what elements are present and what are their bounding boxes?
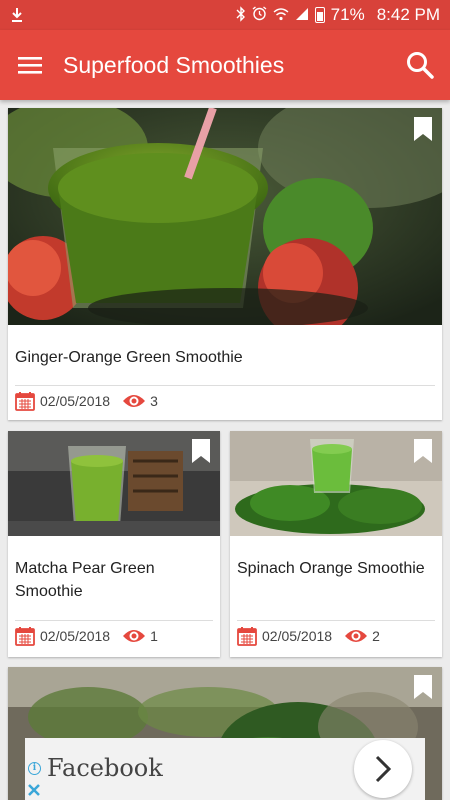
alarm-icon: [252, 6, 267, 24]
recipe-image: [230, 431, 442, 536]
recipe-date: 02/05/2018: [40, 627, 111, 644]
bookmark-icon[interactable]: [190, 438, 212, 464]
recipe-card[interactable]: Ginger-Orange Green Smoothie 02/05/2018 …: [8, 108, 442, 420]
bookmark-icon[interactable]: [412, 438, 434, 464]
signal-icon: [295, 7, 309, 24]
status-bar: 71% 8:42 PM: [0, 0, 450, 30]
ad-open-button[interactable]: [354, 740, 412, 798]
recipe-meta: 02/05/2018 1: [15, 620, 213, 650]
recipe-title: Matcha Pear Green Smoothie: [15, 560, 155, 600]
recipe-title: Spinach Orange Smoothie: [237, 560, 425, 577]
recipe-views: 3: [150, 392, 158, 409]
recipe-date: 02/05/2018: [262, 627, 333, 644]
calendar-icon: [237, 626, 257, 646]
eye-icon: [123, 394, 146, 407]
wifi-icon: [273, 7, 289, 24]
eye-icon: [345, 629, 368, 642]
recipe-views: 1: [150, 627, 158, 644]
download-icon: [12, 8, 22, 22]
menu-icon: [18, 57, 42, 74]
ad-label: Facebook: [47, 754, 163, 782]
clock: 8:42 PM: [376, 5, 440, 24]
recipe-meta: 02/05/2018 3: [15, 385, 435, 415]
app-bar: Superfood Smoothies: [0, 30, 450, 100]
bookmark-icon[interactable]: [412, 674, 434, 700]
recipe-meta: 02/05/2018 2: [237, 620, 435, 650]
recipe-views: 2: [372, 627, 380, 644]
info-icon[interactable]: i: [28, 762, 41, 775]
recipe-date: 02/05/2018: [40, 392, 111, 409]
search-icon: [407, 52, 434, 79]
close-icon[interactable]: [26, 782, 42, 798]
menu-button[interactable]: [0, 30, 60, 100]
recipe-card[interactable]: Spinach Orange Smoothie 02/05/2018 2: [230, 431, 442, 657]
bluetooth-icon: [236, 5, 246, 25]
ad-banner[interactable]: i Facebook: [25, 738, 425, 800]
recipe-title: Ginger-Orange Green Smoothie: [15, 349, 243, 366]
recipe-card[interactable]: Matcha Pear Green Smoothie 02/05/2018 1: [8, 431, 220, 657]
search-button[interactable]: [390, 30, 450, 100]
battery-level: 71%: [330, 5, 365, 24]
battery-icon: [314, 7, 325, 23]
calendar-icon: [15, 626, 35, 646]
bookmark-icon[interactable]: [412, 116, 434, 142]
recipe-image: [8, 431, 220, 536]
page-title: Superfood Smoothies: [63, 51, 285, 78]
eye-icon: [123, 629, 146, 642]
recipe-image: [8, 108, 442, 325]
chevron-right-icon: [375, 755, 392, 783]
calendar-icon: [15, 391, 35, 411]
